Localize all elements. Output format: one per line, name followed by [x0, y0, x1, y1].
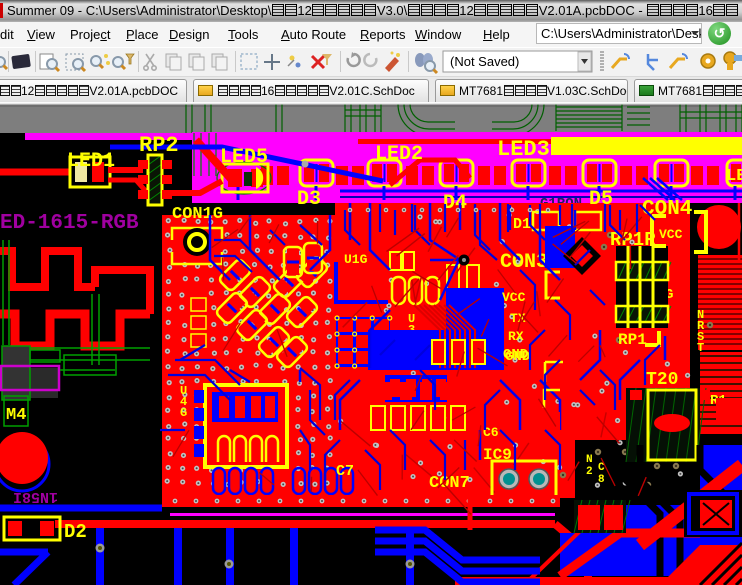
svg-text:M4: M4 — [6, 406, 26, 425]
svg-text:CON4: CON4 — [642, 198, 692, 221]
svg-text:LED5: LED5 — [220, 146, 268, 169]
svg-text:GND: GND — [503, 347, 528, 363]
svg-text:C7: C7 — [336, 463, 354, 480]
svg-text:LED3: LED3 — [497, 137, 550, 162]
svg-text:8: 8 — [598, 474, 605, 486]
svg-text:LED1: LED1 — [67, 150, 115, 173]
svg-text:RP2: RP2 — [139, 133, 179, 158]
svg-text:T20: T20 — [646, 370, 678, 390]
svg-text:RP1: RP1 — [618, 331, 647, 349]
svg-text:T: T — [697, 341, 704, 355]
svg-text:N: N — [586, 454, 593, 466]
svg-text:D2: D2 — [64, 521, 87, 543]
svg-text:G: G — [180, 406, 187, 420]
svg-text:VCC: VCC — [659, 227, 683, 242]
svg-text:(Not Saved): (Not Saved) — [450, 54, 519, 69]
svg-text:LE: LE — [726, 167, 742, 186]
svg-text:2: 2 — [586, 466, 593, 478]
svg-text:RX: RX — [508, 329, 524, 344]
svg-text:U1G: U1G — [344, 252, 368, 267]
svg-text:LED2: LED2 — [375, 143, 423, 166]
svg-text:D3: D3 — [297, 188, 321, 211]
svg-text:CON1G: CON1G — [172, 205, 223, 224]
svg-text:ED-1615-RGB: ED-1615-RGB — [0, 212, 139, 235]
svg-text:D1: D1 — [513, 216, 531, 233]
svg-text:VCC: VCC — [502, 290, 526, 305]
svg-text:1N58I: 1N58I — [13, 488, 58, 505]
svg-text:D4: D4 — [443, 192, 467, 215]
